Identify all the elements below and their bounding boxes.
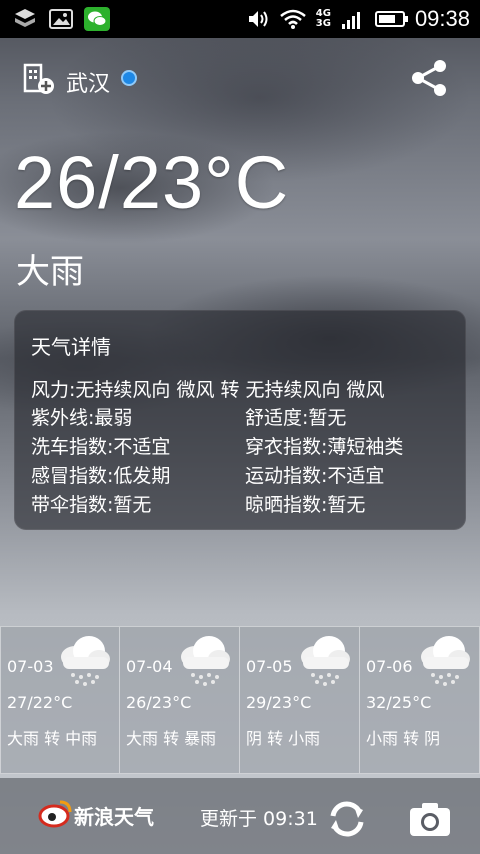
current-temperature: 26/23°C [14,141,290,224]
current-condition: 大雨 [16,252,84,292]
svg-text:新浪天气: 新浪天气 [74,805,154,829]
wind-info: 风力:无持续风向 微风 转 无持续风向 微风 [31,379,385,401]
forecast-temp-range: 27/22°C [7,693,73,712]
details-row: 带伞指数:暂无 晾晒指数:暂无 [31,490,461,519]
clothing-index: 穿衣指数:薄短袖类 [245,436,404,458]
uv-index: 紫外线:最弱 [31,407,133,429]
forecast-temp-range: 32/25°C [366,693,432,712]
city-manage-icon[interactable] [22,62,56,96]
details-row: 感冒指数:低发期 运动指数:不适宜 [31,461,461,490]
drying-index: 晾晒指数:暂无 [245,494,366,516]
signal-bars-icon [341,12,360,29]
umbrella-index: 带伞指数:暂无 [31,494,152,516]
image-notification-icon [48,7,74,31]
wechat-notification-icon [84,7,110,31]
details-index-grid: 紫外线:最弱 舒适度:暂无 洗车指数:不适宜 穿衣指数:薄短袖类 感冒指数:低发… [31,403,461,519]
forecast-condition: 小雨 转 阴 [366,729,441,748]
volume-icon [248,11,268,27]
app-notification-icon [12,7,38,31]
rain-cloud-icon [301,636,350,686]
forecast-date: 07-06 [366,657,413,676]
rain-cloud-icon [421,636,470,686]
car-wash-index: 洗车指数:不适宜 [31,436,171,458]
details-row: 洗车指数:不适宜 穿衣指数:薄短袖类 [31,432,461,461]
status-time: 09:38 [414,6,470,31]
forecast-temp-range: 26/23°C [126,693,192,712]
update-time: 更新于 09:31 [200,808,318,830]
weather-details-panel: 天气详情 风力:无持续风向 微风 转 无持续风向 微风 紫外线:最弱 舒适度:暂… [14,310,466,530]
rain-cloud-icon [61,636,110,686]
status-bar: 4G 3G 09:38 [0,0,480,38]
rain-cloud-icon [181,636,230,686]
wifi-icon [279,9,306,29]
forecast-condition: 大雨 转 中雨 [7,729,98,748]
footer-bar: 新浪天气 更新于 09:31 [0,778,480,854]
header: 武汉 [0,38,480,118]
forecast-condition: 大雨 转 暴雨 [126,729,217,748]
share-icon[interactable] [408,56,452,100]
network-type-indicator: 4G 3G [315,8,331,29]
forecast-date: 07-03 [7,657,54,676]
forecast-strip: 07-03 27/22°C 大雨 转 中雨 07-04 26/23°C 大雨 转… [0,626,480,776]
forecast-day[interactable]: 07-05 29/23°C 阴 转 小雨 [240,626,360,774]
forecast-condition: 阴 转 小雨 [246,729,321,748]
sina-weather-logo: 新浪天气 [30,794,180,838]
cold-index: 感冒指数:低发期 [31,465,171,487]
forecast-temp-range: 29/23°C [246,693,312,712]
camera-icon[interactable] [408,800,452,838]
forecast-day[interactable]: 07-06 32/25°C 小雨 转 阴 [360,626,480,774]
refresh-icon[interactable] [324,796,370,842]
forecast-date: 07-05 [246,657,293,676]
forecast-date: 07-04 [126,657,173,676]
forecast-day[interactable]: 07-03 27/22°C 大雨 转 中雨 [0,626,120,774]
location-icon [121,70,137,86]
sport-index: 运动指数:不适宜 [245,465,385,487]
forecast-day[interactable]: 07-04 26/23°C 大雨 转 暴雨 [120,626,240,774]
details-row: 紫外线:最弱 舒适度:暂无 [31,403,461,432]
battery-icon [374,11,408,27]
details-title: 天气详情 [31,335,111,359]
city-name[interactable]: 武汉 [66,66,110,98]
comfort-index: 舒适度:暂无 [245,407,347,429]
